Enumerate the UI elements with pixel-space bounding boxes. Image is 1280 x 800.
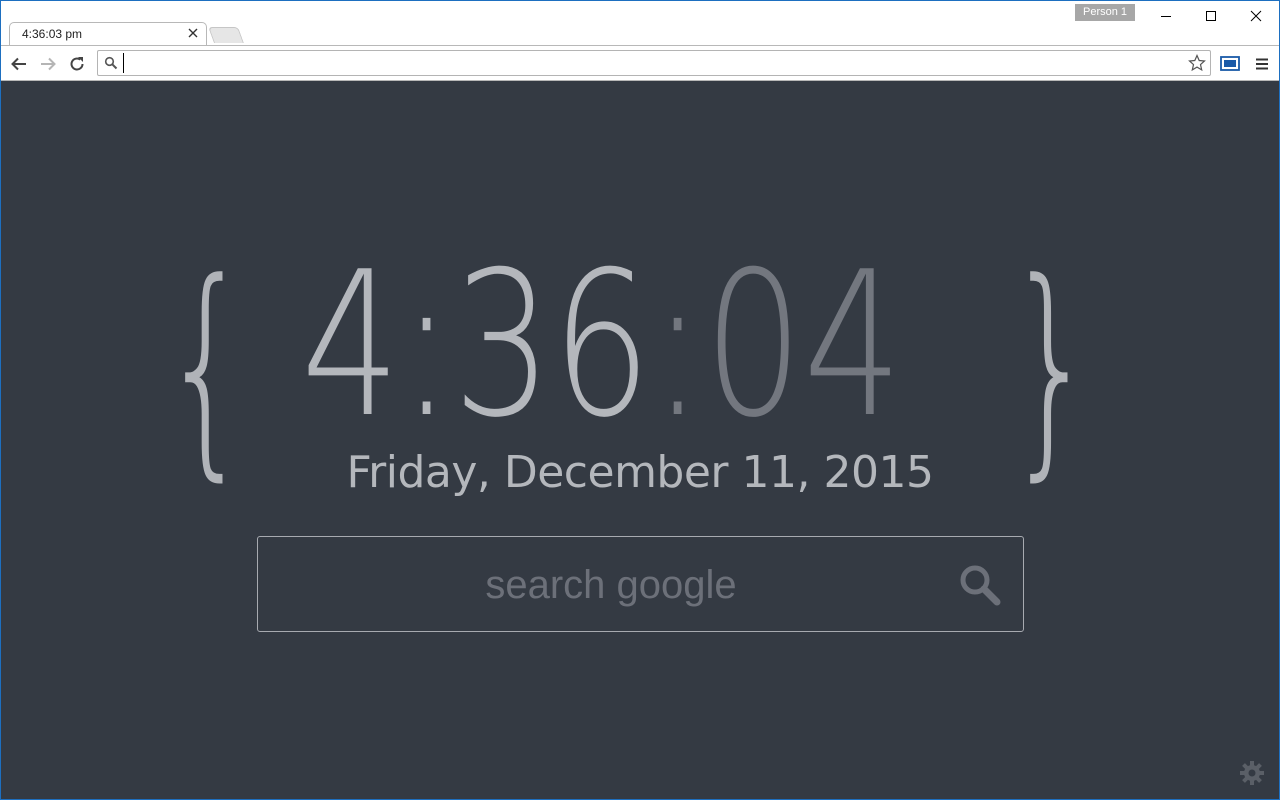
bookmark-button[interactable] <box>1187 53 1207 73</box>
search-button[interactable] <box>954 559 1006 611</box>
gear-icon <box>1240 761 1264 785</box>
cast-button[interactable] <box>1218 52 1242 76</box>
hamburger-menu-icon <box>1256 58 1268 70</box>
maximize-button[interactable] <box>1188 1 1234 31</box>
clock-time: 4:36:04 <box>301 246 902 446</box>
search-input[interactable] <box>259 538 963 632</box>
window-close-button[interactable] <box>1233 1 1279 31</box>
clock: { 4:36:04 } <box>1 246 1279 483</box>
tab-title: 4:36:03 pm <box>22 27 83 41</box>
star-icon <box>1188 54 1206 72</box>
browser-window: 4:36:03 pm Person 1 {4:36:04} Friday, … <box>0 0 1280 800</box>
browser-toolbar <box>1 45 1279 81</box>
search-box[interactable] <box>257 536 1024 632</box>
tab-close-button[interactable] <box>185 25 201 41</box>
reload-button[interactable] <box>65 52 89 76</box>
minimize-button[interactable] <box>1143 1 1189 31</box>
search-icon <box>960 565 1001 606</box>
maximize-icon <box>1206 11 1216 21</box>
arrow-left-icon <box>11 57 26 71</box>
arrow-right-icon <box>41 57 56 71</box>
title-bar: 4:36:03 pm Person 1 <box>1 1 1279 45</box>
back-button[interactable] <box>7 52 31 76</box>
close-icon <box>1250 10 1262 22</box>
new-tab-button[interactable] <box>208 27 244 43</box>
date-display: Friday, December 11, 2015 <box>346 447 934 498</box>
forward-button[interactable] <box>36 52 60 76</box>
clock-hours-minutes: 4:36 <box>301 229 652 462</box>
search-icon <box>104 56 118 70</box>
new-tab-page: { 4:36:04 } Friday, December 11, 2015 <box>1 81 1279 799</box>
clock-separator: : <box>651 229 704 462</box>
cast-icon <box>1220 56 1240 71</box>
profile-button[interactable]: Person 1 <box>1075 4 1135 21</box>
menu-button[interactable] <box>1250 52 1274 76</box>
clock-seconds: 04 <box>703 229 903 462</box>
reload-icon <box>70 57 84 71</box>
address-bar[interactable] <box>97 50 1211 76</box>
address-input[interactable] <box>123 53 1174 73</box>
close-icon <box>188 28 198 38</box>
tab-active[interactable]: 4:36:03 pm <box>9 22 207 45</box>
minimize-icon <box>1161 16 1171 17</box>
settings-button[interactable] <box>1238 759 1266 787</box>
